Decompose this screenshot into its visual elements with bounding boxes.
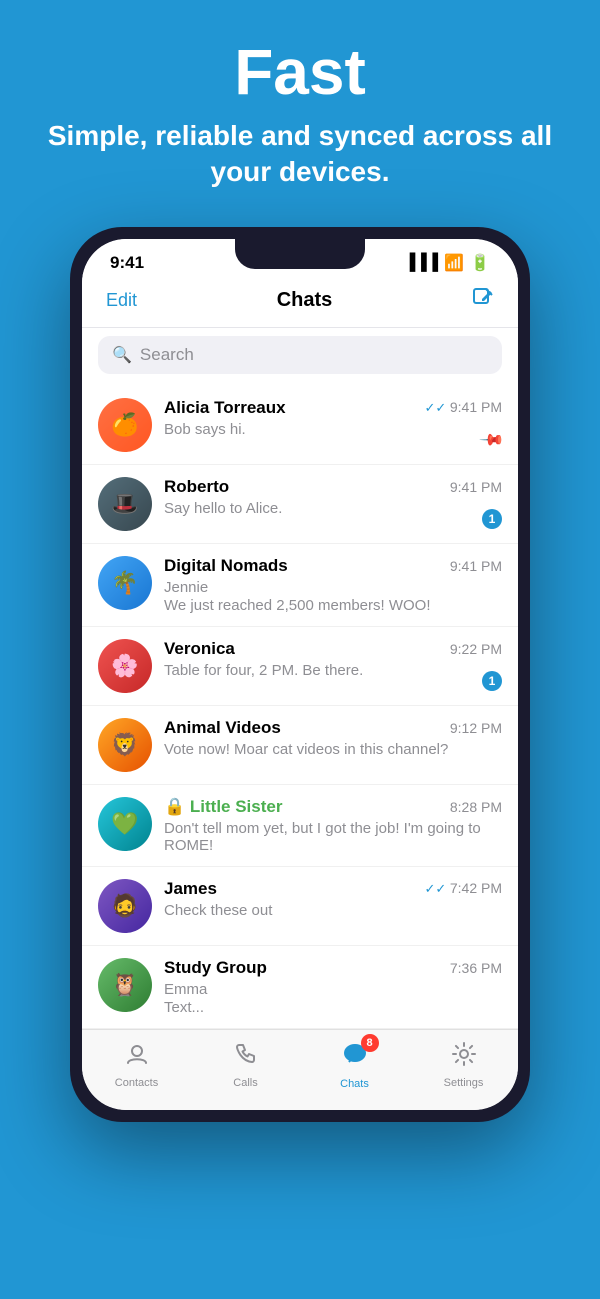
contacts-label: Contacts: [115, 1077, 158, 1089]
chat-name-study: Study Group: [164, 958, 267, 978]
chat-list: 🍊 Alicia Torreaux 9:41 PM Bob says hi. 📌…: [82, 386, 518, 1029]
phone-inner: 9:41 ▐▐▐ 📶 🔋 Edit Chats: [82, 239, 518, 1110]
status-time: 9:41: [110, 253, 144, 273]
search-icon: 🔍: [112, 345, 132, 365]
chat-preview-digital: We just reached 2,500 members! WOO!: [164, 597, 502, 614]
chat-time-james: 7:42 PM: [424, 880, 502, 897]
settings-icon: [451, 1041, 477, 1074]
promo-subtitle: Simple, reliable and synced across all y…: [30, 118, 570, 191]
chat-preview-veronica: Table for four, 2 PM. Be there.: [164, 662, 502, 679]
nav-bar: Edit Chats: [82, 279, 518, 328]
contacts-icon: [124, 1041, 150, 1074]
chat-name-animal: Animal Videos: [164, 718, 281, 738]
phone-frame: 9:41 ▐▐▐ 📶 🔋 Edit Chats: [70, 227, 530, 1122]
badge-roberto: 1: [482, 509, 502, 529]
chat-name-veronica: Veronica: [164, 639, 235, 659]
edit-button[interactable]: Edit: [106, 290, 137, 311]
tab-calls[interactable]: Calls: [191, 1041, 300, 1089]
chat-preview-study: Text...: [164, 999, 502, 1016]
nav-title: Chats: [277, 289, 333, 312]
avatar-animal: 🦁: [98, 718, 152, 772]
tab-contacts[interactable]: Contacts: [82, 1041, 191, 1089]
chat-time-digital: 9:41 PM: [450, 558, 502, 574]
signal-icon: ▐▐▐: [404, 254, 438, 272]
chats-icon: 8: [341, 1040, 369, 1075]
search-bar[interactable]: 🔍 Search: [98, 336, 502, 374]
promo-title: Fast: [30, 40, 570, 104]
chat-header-alicia: Alicia Torreaux 9:41 PM: [164, 398, 502, 418]
chat-header-sister: 🔒 Little Sister 8:28 PM: [164, 797, 502, 817]
chat-preview-sister: Don't tell mom yet, but I got the job! I…: [164, 820, 502, 854]
avatar-sister: 💚: [98, 797, 152, 851]
chat-content-james: James 7:42 PM Check these out: [164, 879, 502, 919]
chats-label: Chats: [340, 1078, 369, 1090]
chat-time-roberto: 9:41 PM: [450, 479, 502, 495]
chat-name-digital: Digital Nomads: [164, 556, 288, 576]
promo-section: Fast Simple, reliable and synced across …: [0, 0, 600, 211]
chat-item-digital[interactable]: 🌴 Digital Nomads 9:41 PM Jennie We just …: [82, 544, 518, 627]
chat-header-roberto: Roberto 9:41 PM: [164, 477, 502, 497]
phone-container: 9:41 ▐▐▐ 📶 🔋 Edit Chats: [0, 211, 600, 1122]
chat-content-study: Study Group 7:36 PM Emma Text...: [164, 958, 502, 1016]
chat-time-alicia: 9:41 PM: [424, 399, 502, 416]
chat-name-sister: 🔒 Little Sister: [164, 797, 282, 817]
chat-header-study: Study Group 7:36 PM: [164, 958, 502, 978]
chats-badge: 8: [361, 1034, 379, 1052]
avatar-digital: 🌴: [98, 556, 152, 610]
calls-label: Calls: [233, 1077, 257, 1089]
chat-content-sister: 🔒 Little Sister 8:28 PM Don't tell mom y…: [164, 797, 502, 854]
chat-item-alicia[interactable]: 🍊 Alicia Torreaux 9:41 PM Bob says hi. 📌: [82, 386, 518, 465]
chat-item-veronica[interactable]: 🌸 Veronica 9:22 PM Table for four, 2 PM.…: [82, 627, 518, 706]
badge-veronica: 1: [482, 671, 502, 691]
chat-item-roberto[interactable]: 🎩 Roberto 9:41 PM Say hello to Alice. 1: [82, 465, 518, 544]
calls-icon: [233, 1041, 259, 1074]
chat-content-roberto: Roberto 9:41 PM Say hello to Alice.: [164, 477, 502, 517]
status-bar: 9:41 ▐▐▐ 📶 🔋: [82, 239, 518, 279]
avatar-roberto: 🎩: [98, 477, 152, 531]
chat-content-animal: Animal Videos 9:12 PM Vote now! Moar cat…: [164, 718, 502, 758]
chat-sender-digital: Jennie: [164, 579, 502, 596]
tab-settings[interactable]: Settings: [409, 1041, 518, 1089]
chat-preview-james: Check these out: [164, 902, 502, 919]
tab-bar: Contacts Calls: [82, 1029, 518, 1110]
chat-time-study: 7:36 PM: [450, 960, 502, 976]
chat-item-james[interactable]: 🧔 James 7:42 PM Check these out: [82, 867, 518, 946]
chat-preview-animal: Vote now! Moar cat videos in this channe…: [164, 741, 502, 758]
chat-name-roberto: Roberto: [164, 477, 229, 497]
avatar-alicia: 🍊: [98, 398, 152, 452]
avatar-veronica: 🌸: [98, 639, 152, 693]
chat-item-study[interactable]: 🦉 Study Group 7:36 PM Emma Text...: [82, 946, 518, 1029]
avatar-james: 🧔: [98, 879, 152, 933]
chat-preview-alicia: Bob says hi.: [164, 421, 502, 438]
search-placeholder: Search: [140, 345, 194, 365]
settings-label: Settings: [444, 1077, 484, 1089]
notch: [235, 239, 365, 269]
chat-content-veronica: Veronica 9:22 PM Table for four, 2 PM. B…: [164, 639, 502, 679]
compose-button[interactable]: [472, 287, 494, 315]
chat-time-animal: 9:12 PM: [450, 720, 502, 736]
chat-time-sister: 8:28 PM: [450, 799, 502, 815]
chat-time-veronica: 9:22 PM: [450, 641, 502, 657]
chat-header-animal: Animal Videos 9:12 PM: [164, 718, 502, 738]
avatar-study: 🦉: [98, 958, 152, 1012]
tab-chats[interactable]: 8 Chats: [300, 1040, 409, 1090]
battery-icon: 🔋: [470, 253, 490, 273]
wifi-icon: 📶: [444, 253, 464, 273]
chat-header-veronica: Veronica 9:22 PM: [164, 639, 502, 659]
chat-item-sister[interactable]: 💚 🔒 Little Sister 8:28 PM Don't tell mom…: [82, 785, 518, 867]
chat-name-james: James: [164, 879, 217, 899]
chat-content-digital: Digital Nomads 9:41 PM Jennie We just re…: [164, 556, 502, 614]
chat-preview-roberto: Say hello to Alice.: [164, 500, 502, 517]
chat-content-alicia: Alicia Torreaux 9:41 PM Bob says hi.: [164, 398, 502, 438]
chat-sender-study: Emma: [164, 981, 502, 998]
status-icons: ▐▐▐ 📶 🔋: [404, 253, 490, 273]
chat-item-animal[interactable]: 🦁 Animal Videos 9:12 PM Vote now! Moar c…: [82, 706, 518, 785]
search-container: 🔍 Search: [82, 328, 518, 386]
chat-name-alicia: Alicia Torreaux: [164, 398, 286, 418]
chat-header-james: James 7:42 PM: [164, 879, 502, 899]
chat-header-digital: Digital Nomads 9:41 PM: [164, 556, 502, 576]
